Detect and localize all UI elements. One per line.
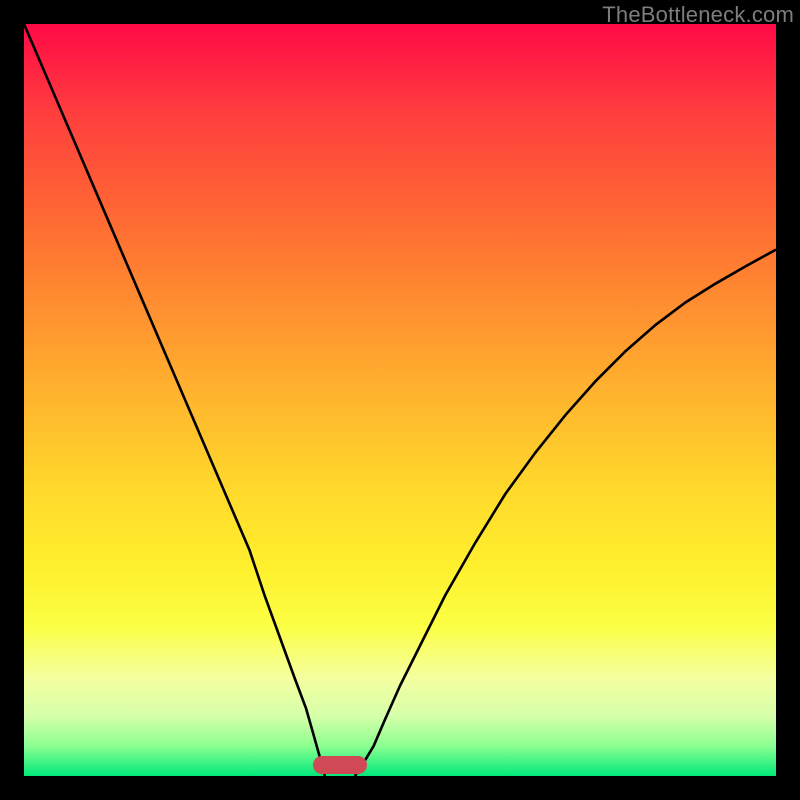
bottleneck-marker [313,756,367,774]
plot-area [24,24,776,776]
chart-frame: TheBottleneck.com [0,0,800,800]
left-curve [24,24,325,776]
curve-layer [24,24,776,776]
right-curve [355,250,776,776]
